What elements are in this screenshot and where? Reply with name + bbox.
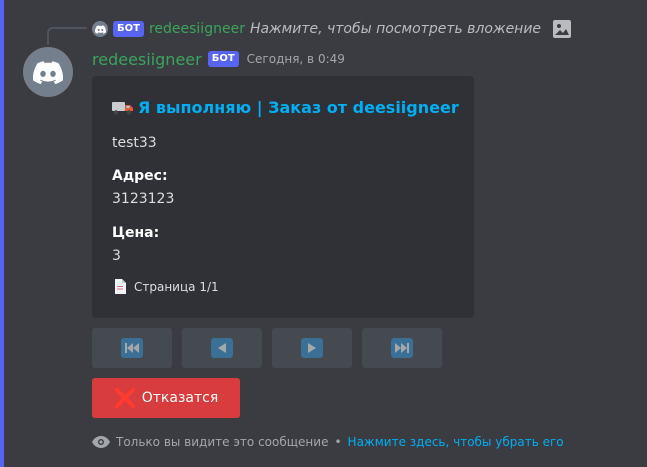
reply-bot-tag: БОТ xyxy=(113,21,144,37)
embed-title: Я выполняю | Заказ от deesiigneer xyxy=(112,98,459,117)
field-price-name: Цена: xyxy=(112,225,160,241)
next-page-button[interactable] xyxy=(272,328,352,368)
page-icon xyxy=(115,279,126,294)
reply-author[interactable]: redeesiigneer xyxy=(149,21,245,37)
ephemeral-note-text: Только вы видите это сообщение xyxy=(116,435,329,449)
ephemeral-notice: Только вы видите это сообщение • Нажмите… xyxy=(92,435,564,449)
last-page-button[interactable] xyxy=(362,328,442,368)
message-timestamp[interactable]: Сегодня, в 0:49 xyxy=(247,52,345,66)
mention-highlight-bar xyxy=(0,0,4,467)
field-price-value: 3 xyxy=(112,248,121,264)
bot-tag: БОТ xyxy=(207,51,239,67)
discord-logo-icon xyxy=(94,24,106,34)
first-page-button[interactable] xyxy=(92,328,172,368)
truck-icon xyxy=(112,101,133,115)
ephemeral-separator: • xyxy=(334,435,342,449)
image-icon xyxy=(553,20,572,38)
prev-page-icon xyxy=(211,338,233,358)
discord-logo-icon xyxy=(33,60,63,84)
author-avatar[interactable] xyxy=(23,47,73,97)
first-page-icon xyxy=(121,338,143,358)
reply-preview-text[interactable]: Нажмите, чтобы посмотреть вложение xyxy=(250,21,541,37)
prev-page-button[interactable] xyxy=(182,328,262,368)
field-address-name: Адрес: xyxy=(112,168,168,184)
next-page-icon xyxy=(301,338,323,358)
message-container: БОТ redeesiigneer Нажмите, чтобы посмотр… xyxy=(0,0,647,467)
field-address-value: 3123123 xyxy=(112,191,175,207)
reply-reference[interactable]: БОТ redeesiigneer Нажмите, чтобы посмотр… xyxy=(92,18,572,40)
last-page-icon xyxy=(391,338,413,358)
embed-description: test33 xyxy=(112,135,157,151)
embed-title-text[interactable]: Я выполняю | Заказ от deesiigneer xyxy=(138,98,459,117)
dismiss-message-link[interactable]: Нажмите здесь, чтобы убрать его xyxy=(348,435,564,449)
cross-mark-icon xyxy=(114,388,135,408)
eye-icon xyxy=(92,436,110,448)
embed-card: Я выполняю | Заказ от deesiigneer test33… xyxy=(92,76,474,318)
cancel-order-button[interactable]: Отказатся xyxy=(92,378,240,418)
reply-avatar[interactable] xyxy=(92,21,108,37)
pagination-row xyxy=(92,328,442,368)
cancel-order-label: Отказатся xyxy=(141,390,219,406)
embed-footer: Страница 1/1 xyxy=(114,279,219,294)
reply-spine xyxy=(47,27,87,45)
message-header: redeesiigneer БОТ Сегодня, в 0:49 xyxy=(92,48,345,70)
author-name[interactable]: redeesiigneer xyxy=(92,50,202,69)
embed-footer-text: Страница 1/1 xyxy=(134,279,219,294)
